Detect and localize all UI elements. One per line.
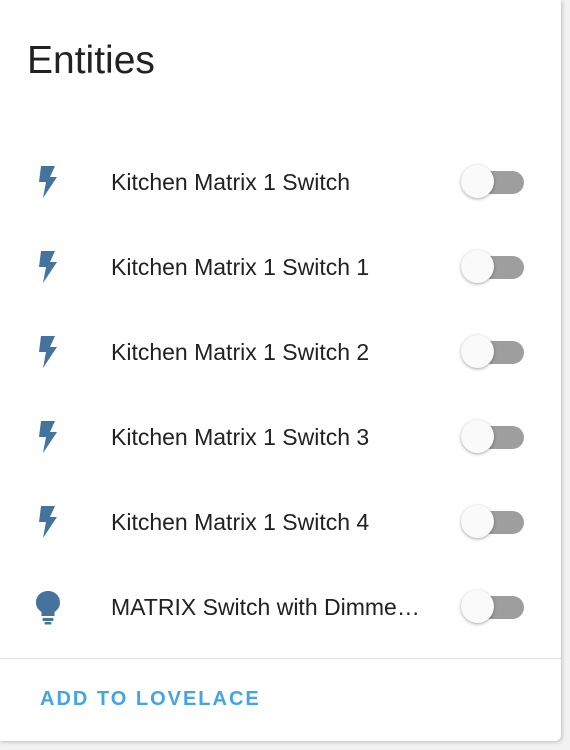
entity-name[interactable]: MATRIX Switch with Dimme… <box>111 593 436 621</box>
entity-toggle[interactable] <box>460 589 526 625</box>
card-divider <box>0 658 561 659</box>
toggle-thumb <box>461 334 494 368</box>
flash-icon <box>30 249 66 285</box>
entity-row[interactable]: MATRIX Switch with Dimme… <box>0 564 561 649</box>
entity-row[interactable]: Kitchen Matrix 1 Switch <box>0 139 561 224</box>
flash-icon <box>30 419 66 455</box>
entity-toggle[interactable] <box>460 334 526 370</box>
toggle-thumb <box>461 504 494 538</box>
entity-row[interactable]: Kitchen Matrix 1 Switch 2 <box>0 309 561 394</box>
entity-name[interactable]: Kitchen Matrix 1 Switch 1 <box>111 253 436 281</box>
entity-toggle[interactable] <box>460 164 526 200</box>
entity-name[interactable]: Kitchen Matrix 1 Switch 4 <box>111 508 436 536</box>
entity-row[interactable]: Kitchen Matrix 1 Switch 4 <box>0 479 561 564</box>
toggle-thumb <box>461 164 494 198</box>
toggle-thumb <box>461 589 494 623</box>
toggle-thumb <box>461 419 494 453</box>
entity-row[interactable]: Kitchen Matrix 1 Switch 3 <box>0 394 561 479</box>
entity-name[interactable]: Kitchen Matrix 1 Switch <box>111 168 436 196</box>
entity-list: Kitchen Matrix 1 Switch Kitchen Matrix 1… <box>0 139 561 649</box>
entity-toggle[interactable] <box>460 419 526 455</box>
entity-toggle[interactable] <box>460 504 526 540</box>
entity-name[interactable]: Kitchen Matrix 1 Switch 2 <box>111 338 436 366</box>
entity-row[interactable]: Kitchen Matrix 1 Switch 1 <box>0 224 561 309</box>
flash-icon <box>30 504 66 540</box>
entities-card: Entities Kitchen Matrix 1 Switch Kitchen… <box>0 0 561 741</box>
flash-icon <box>30 164 66 200</box>
flash-icon <box>30 334 66 370</box>
add-to-lovelace-button[interactable]: ADD TO LOVELACE <box>40 686 261 712</box>
entity-toggle[interactable] <box>460 249 526 285</box>
toggle-thumb <box>461 249 494 283</box>
card-title: Entities <box>27 39 155 82</box>
lightbulb-icon <box>30 589 66 625</box>
entity-name[interactable]: Kitchen Matrix 1 Switch 3 <box>111 423 436 451</box>
